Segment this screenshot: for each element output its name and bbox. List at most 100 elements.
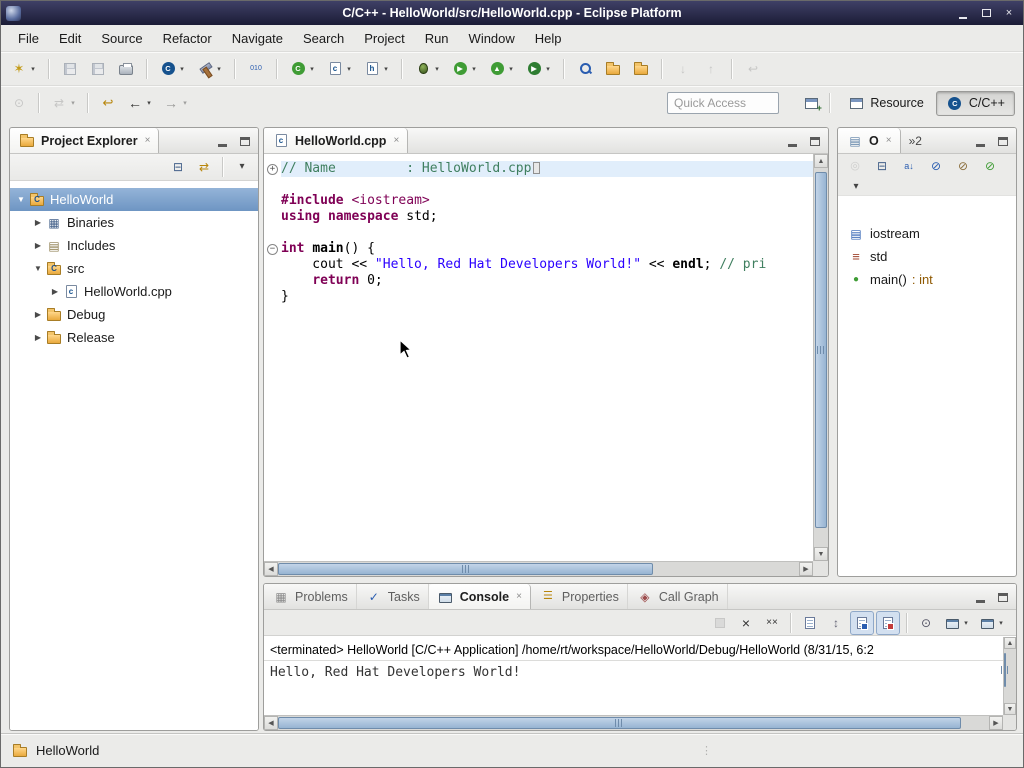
menu-edit[interactable]: Edit [50,27,90,50]
search-button[interactable] [573,57,597,81]
debug-button[interactable]: ▾ [411,57,444,81]
scroll-track[interactable] [1004,649,1016,703]
display-selected-console-menu-arrow[interactable]: ▾ [962,619,970,627]
fold-collapse-icon[interactable]: − [267,244,278,255]
minimize-editor-button[interactable] [784,133,800,149]
minimize-view-button[interactable] [214,133,230,149]
display-selected-console-button[interactable]: ▾ [940,611,973,635]
scroll-lock-button[interactable]: ↕ [824,611,848,635]
profile-button[interactable]: ▲▾ [485,57,518,81]
show-stderr-button[interactable] [876,611,900,635]
console-text-area[interactable]: <terminated> HelloWorld [C/C++ Applicati… [264,637,1003,715]
minimize-outline-button[interactable] [972,133,988,149]
menu-project[interactable]: Project [355,27,413,50]
outline-item-iostream[interactable]: ▤iostream [838,222,1016,245]
new-header-file-button[interactable]: ▾ [360,57,393,81]
link-with-editor-menu-arrow[interactable]: ▾ [69,99,77,107]
hide-fields-button[interactable]: ⊘ [924,154,948,178]
window-minimize-button[interactable] [953,4,973,22]
tab-problems[interactable]: ▦Problems [264,584,357,609]
editor-hscroll-thumb[interactable] [278,563,653,575]
scroll-up-arrow[interactable]: ▲ [814,154,828,168]
tree-item-debug[interactable]: ▶Debug [10,303,258,326]
tree-item-src[interactable]: ▼src [10,257,258,280]
build-all-menu-arrow[interactable]: ▾ [215,65,223,73]
show-stdout-button[interactable] [850,611,874,635]
console-vscroll-thumb[interactable] [1004,653,1006,686]
open-resource-button[interactable] [601,57,625,81]
collapse-all-button[interactable]: ⊟ [870,154,894,178]
view-menu-button[interactable]: ▾ [230,155,254,179]
tab-tasks[interactable]: ✓Tasks [357,584,429,609]
print-button[interactable] [114,57,138,81]
expand-arrow-icon[interactable]: ▶ [31,333,45,342]
expand-arrow-icon[interactable]: ▶ [31,241,45,250]
new-cpp-project-menu-arrow[interactable]: ▾ [178,65,186,73]
close-tab-icon[interactable]: × [516,591,522,602]
minimize-console-button[interactable] [972,589,988,605]
tree-item-includes[interactable]: ▶▤Includes [10,234,258,257]
forward-menu-arrow[interactable]: ▾ [181,99,189,107]
new-source-file-menu-arrow[interactable]: ▾ [345,65,353,73]
menu-run[interactable]: Run [416,27,458,50]
editor-text-area[interactable]: +// Name : HelloWorld.cpp#include <iostr… [264,154,813,561]
new-header-file-menu-arrow[interactable]: ▾ [382,65,390,73]
hide-static-button[interactable]: ⊘ [951,154,975,178]
new-class-button[interactable]: C▾ [286,57,319,81]
tab-overflow-indicator[interactable]: »2 [909,128,922,153]
tab-console[interactable]: Console× [429,584,531,609]
window-close-button[interactable]: × [999,4,1019,22]
new-wizard-menu-arrow[interactable]: ▾ [29,65,37,73]
hide-non-public-button[interactable]: ⊘ [978,154,1002,178]
pin-console-button[interactable]: ⊙ [914,611,938,635]
perspective-c-c[interactable]: CC/C++ [936,91,1015,116]
close-outline-icon[interactable]: × [886,135,892,146]
window-menu-icon[interactable] [6,6,21,21]
menu-source[interactable]: Source [92,27,151,50]
editor-vscroll-thumb[interactable] [815,172,827,528]
menu-refactor[interactable]: Refactor [154,27,221,50]
menu-file[interactable]: File [9,27,48,50]
scroll-right-arrow[interactable]: ▶ [799,562,813,576]
new-cpp-project-button[interactable]: C▾ [156,57,189,81]
scroll-left-arrow[interactable]: ◀ [264,716,278,730]
tab-properties[interactable]: ☰Properties [531,584,628,609]
sort-button[interactable]: a↓ [897,154,921,178]
new-wizard-button[interactable]: ✶▾ [7,57,40,81]
quick-access-input[interactable] [667,92,779,114]
collapse-all-button[interactable]: ⊟ [166,155,190,179]
maximize-outline-button[interactable] [995,133,1011,149]
build-all-button[interactable]: ▾ [193,57,226,81]
remove-all-terminated-button[interactable]: ×× [760,611,784,635]
fold-expand-icon[interactable]: + [267,164,278,175]
scroll-track[interactable] [278,562,799,576]
menu-search[interactable]: Search [294,27,353,50]
outline-item-main[interactable]: ●main() : int [838,268,1016,291]
outline-item-std[interactable]: ≡std [838,245,1016,268]
view-menu-button[interactable]: ▾ [844,175,868,199]
close-editor-icon[interactable]: × [393,135,399,146]
window-maximize-button[interactable] [976,4,996,22]
run-button[interactable]: ▶▾ [448,57,481,81]
scroll-track[interactable] [278,716,989,730]
maximize-console-button[interactable] [995,589,1011,605]
last-edit-location-button[interactable]: ↩ [96,91,120,115]
remove-launch-button[interactable]: × [734,611,758,635]
open-element-button[interactable] [629,57,653,81]
maximize-editor-button[interactable] [807,133,823,149]
link-editor-button[interactable]: ⇄ [192,155,216,179]
tab-call-graph[interactable]: ◈Call Graph [628,584,728,609]
scroll-up-arrow[interactable]: ▲ [1004,637,1016,649]
expand-arrow-icon[interactable]: ▶ [48,287,62,296]
expand-arrow-icon[interactable]: ▶ [31,310,45,319]
scroll-down-arrow[interactable]: ▼ [1004,703,1016,715]
clear-console-button[interactable] [798,611,822,635]
back-menu-arrow[interactable]: ▾ [145,99,153,107]
tree-item-binaries[interactable]: ▶▦Binaries [10,211,258,234]
expand-arrow-icon[interactable]: ▶ [31,218,45,227]
tree-item-helloworld[interactable]: ▼HelloWorld [10,188,258,211]
back-button[interactable]: ←▾ [123,91,156,115]
outline-tab[interactable]: ▤ O × [838,128,901,153]
new-source-file-button[interactable]: ▾ [323,57,356,81]
close-view-icon[interactable]: × [145,135,151,146]
